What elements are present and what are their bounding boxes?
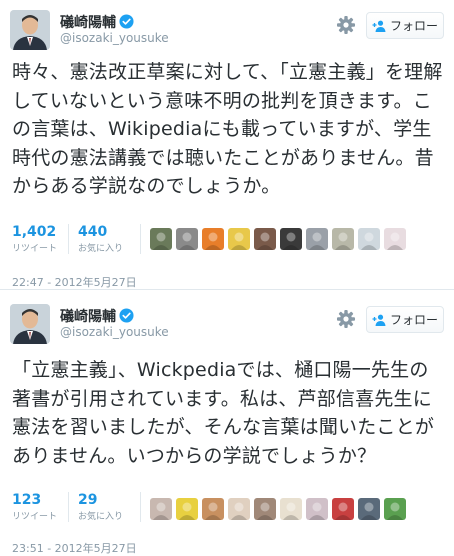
favoriter-avatar[interactable]: [176, 498, 198, 520]
favoriter-avatar[interactable]: [384, 228, 406, 250]
tweet-text: 「立憲主義」、Wickpediaでは、樋口陽一先生の著書が引用されています。私は…: [12, 359, 435, 467]
retweet-stat[interactable]: 1,402 リツイート: [12, 224, 57, 254]
favorite-count: 29: [78, 492, 98, 508]
favoriter-avatar[interactable]: [306, 228, 328, 250]
favoriter-avatar[interactable]: [358, 228, 380, 250]
favoriter-avatar[interactable]: [358, 498, 380, 520]
verified-badge-icon: [119, 14, 134, 29]
favorite-label: お気に入り: [78, 244, 124, 254]
favoriter-avatar[interactable]: [254, 498, 276, 520]
retweet-stat[interactable]: 123 リツイート: [12, 492, 57, 522]
timestamp[interactable]: 23:51 - 2012年5月27日: [12, 540, 137, 556]
favoriter-avatar[interactable]: [384, 498, 406, 520]
favoriter-avatar[interactable]: [280, 498, 302, 520]
follow-button[interactable]: フォロー: [366, 12, 444, 39]
avatar[interactable]: [10, 304, 50, 344]
follow-label: フォロー: [389, 313, 438, 327]
favoriter-avatar[interactable]: [150, 228, 172, 250]
favorite-label: お気に入り: [78, 512, 124, 522]
favoriter-avatar[interactable]: [202, 228, 224, 250]
favoriter-avatar[interactable]: [280, 228, 302, 250]
retweet-count: 123: [12, 492, 42, 508]
user-handle[interactable]: @isozaki_yousuke: [60, 31, 169, 45]
favoriter-avatar[interactable]: [150, 498, 172, 520]
favoriter-avatar[interactable]: [202, 498, 224, 520]
favoriter-avatar[interactable]: [306, 498, 328, 520]
retweet-count: 1,402: [12, 224, 57, 240]
avatar[interactable]: [10, 10, 50, 50]
tweet-text: 時々、憲法改正草案に対して、「立憲主義」を理解していないという意味不明の批判を頂…: [12, 61, 443, 197]
tweet: 礒崎陽輔 @isozaki_yousuke フォロー 時々、憲法改正草案に対して…: [0, 0, 454, 290]
add-user-icon: [372, 20, 386, 32]
retweet-label: リツイート: [12, 244, 58, 254]
favoriter-avatar[interactable]: [228, 498, 250, 520]
favorite-stat[interactable]: 440 お気に入り: [78, 224, 123, 254]
user-handle[interactable]: @isozaki_yousuke: [60, 325, 169, 339]
gear-icon[interactable]: [334, 13, 358, 37]
display-name-text: 礒崎陽輔: [60, 309, 116, 325]
favoriter-avatar[interactable]: [254, 228, 276, 250]
follow-button[interactable]: フォロー: [366, 306, 444, 333]
add-user-icon: [372, 314, 386, 326]
favorite-count: 440: [78, 224, 108, 240]
favoriter-avatar[interactable]: [176, 228, 198, 250]
favoriter-avatar[interactable]: [332, 228, 354, 250]
stat-divider: [140, 492, 141, 522]
display-name[interactable]: 礒崎陽輔: [60, 12, 134, 32]
timestamp[interactable]: 22:47 - 2012年5月27日: [12, 274, 137, 290]
tweet: 礒崎陽輔 @isozaki_yousuke フォロー 「立憲主義」、Wickpe…: [0, 290, 454, 556]
display-name[interactable]: 礒崎陽輔: [60, 306, 134, 326]
stat-divider: [140, 224, 141, 254]
stat-divider: [68, 492, 69, 522]
follow-label: フォロー: [389, 19, 438, 33]
favoriter-avatar[interactable]: [228, 228, 250, 250]
verified-badge-icon: [119, 308, 134, 323]
gear-icon[interactable]: [334, 307, 358, 331]
display-name-text: 礒崎陽輔: [60, 15, 116, 31]
retweet-label: リツイート: [12, 512, 58, 522]
favoriter-avatar[interactable]: [332, 498, 354, 520]
stat-divider: [68, 224, 69, 254]
favorite-stat[interactable]: 29 お気に入り: [78, 492, 123, 522]
